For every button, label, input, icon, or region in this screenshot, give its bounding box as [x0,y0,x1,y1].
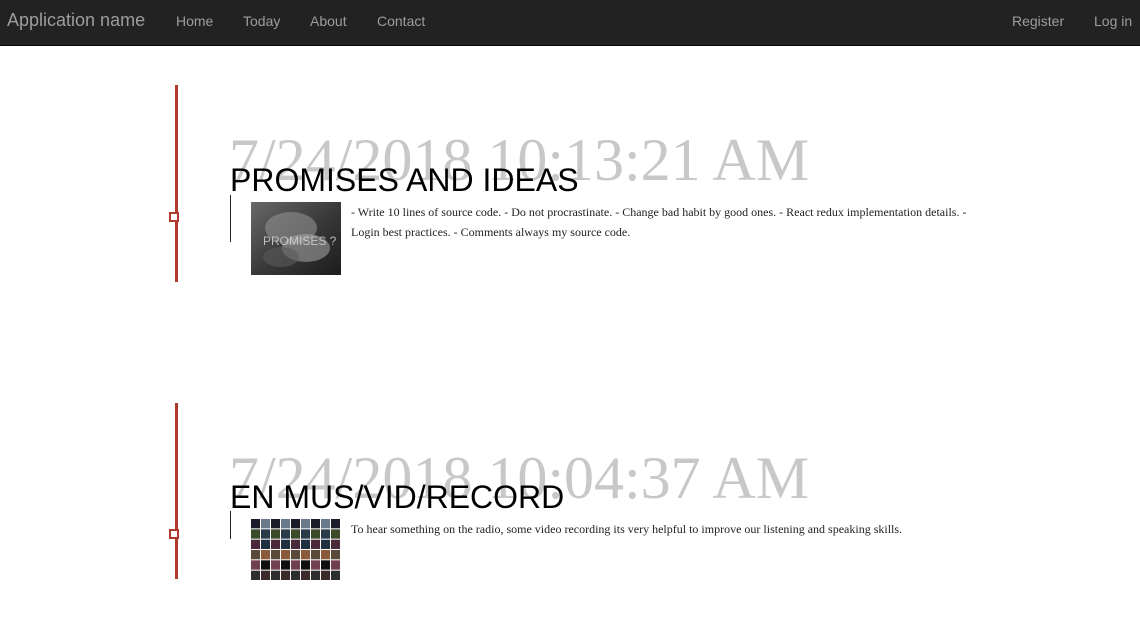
poster-tile [321,539,330,549]
poster-tile [291,560,300,570]
poster-tile [271,539,280,549]
top-navbar: Application name Home Today About Contac… [0,0,1140,46]
poster-tile [331,539,340,549]
poster-tile [301,549,310,560]
poster-tile [261,519,270,529]
poster-tile [301,529,310,539]
post-thumbnail [251,519,341,581]
poster-tile [291,549,300,560]
poster-tile [331,529,340,539]
timeline-line [175,403,178,579]
nav-home-link[interactable]: Home [176,13,213,29]
nav-about-link[interactable]: About [310,13,347,29]
timeline-marker [169,212,179,222]
poster-tile [271,560,280,570]
poster-tile [251,549,260,560]
timeline-marker [169,529,179,539]
poster-tile [331,570,340,580]
poster-tile [281,560,290,570]
poster-tile [251,519,260,529]
nav-contact-link[interactable]: Contact [377,13,425,29]
poster-tile [311,549,320,560]
poster-tile [331,549,340,560]
poster-tile [311,570,320,580]
post-thumbnail: PROMISES ? [251,202,341,275]
poster-tile [251,529,260,539]
poster-tile [321,519,330,529]
timeline-line [175,85,178,282]
post-body: To hear something on the radio, some vid… [351,522,903,536]
poster-tile [261,529,270,539]
poster-tile [321,549,330,560]
poster-tile [311,560,320,570]
thumbnail-caption: PROMISES ? [263,234,337,248]
post-body: - Write 10 lines of source code. - Do no… [351,205,967,239]
poster-tile [281,549,290,560]
poster-tile [261,570,270,580]
poster-tile [281,529,290,539]
post-title: EN MUS/VID/RECORD [230,479,565,515]
poster-tile [251,539,260,549]
poster-tile [271,529,280,539]
poster-tile [291,529,300,539]
poster-tile [281,519,290,529]
nav-today-link[interactable]: Today [243,13,280,29]
poster-tile [281,539,290,549]
poster-tile [331,560,340,570]
poster-tile [301,560,310,570]
poster-tile [271,519,280,529]
poster-tile [301,539,310,549]
poster-tile [311,539,320,549]
nav-register-link[interactable]: Register [1012,13,1064,29]
poster-tile [311,519,320,529]
post-title: PROMISES AND IDEAS [230,162,579,198]
poster-tile [291,519,300,529]
poster-tile [311,529,320,539]
poster-tile [321,529,330,539]
poster-tile [291,570,300,580]
poster-tile [281,570,290,580]
poster-tile [271,549,280,560]
poster-tile [321,560,330,570]
post-divider [230,511,231,539]
poster-tile [251,570,260,580]
poster-tile [251,560,260,570]
poster-tile [321,570,330,580]
poster-tile [271,570,280,580]
poster-tile [261,560,270,570]
brand-link[interactable]: Application name [7,10,145,31]
poster-tile [301,519,310,529]
post-divider [230,195,231,242]
poster-tile [331,519,340,529]
nav-login-link[interactable]: Log in [1094,13,1132,29]
poster-tile [291,539,300,549]
poster-tile [301,570,310,580]
poster-tile [261,549,270,560]
poster-tile [261,539,270,549]
